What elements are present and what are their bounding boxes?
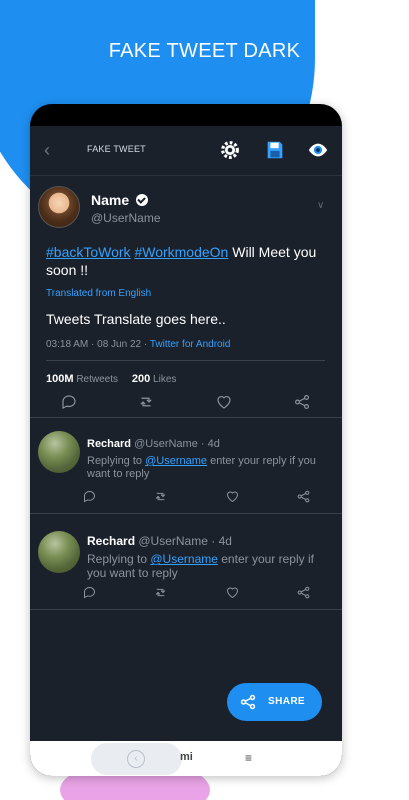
hashtag-link[interactable]: #WorkmodeOn bbox=[134, 244, 228, 260]
avatar[interactable] bbox=[38, 431, 80, 473]
reply-actions bbox=[30, 489, 342, 509]
tweet-date: 08 Jun 22 bbox=[97, 339, 142, 350]
reply-body: Replying to @Username enter your reply i… bbox=[87, 455, 332, 481]
reply-item[interactable]: Rechard @UserName · 4d Replying to @User… bbox=[30, 515, 342, 610]
retweet-icon[interactable] bbox=[137, 393, 155, 411]
app-toolbar: ‹ FAKE TWEET bbox=[30, 126, 342, 176]
save-icon[interactable] bbox=[264, 139, 286, 161]
back-circle-icon: ‹ bbox=[127, 750, 145, 768]
tweet-time: 03:18 AM bbox=[46, 339, 89, 350]
reply-name: Rechard bbox=[87, 438, 132, 450]
tweet-meta: 03:18 AM · 08 Jun 22 · Twitter for Andro… bbox=[46, 339, 231, 350]
chevron-down-icon[interactable]: ∨ bbox=[317, 200, 324, 211]
share-icon[interactable] bbox=[293, 393, 311, 411]
retweet-icon[interactable] bbox=[153, 585, 168, 600]
home-button[interactable]: ‹ bbox=[91, 743, 182, 775]
retweet-icon[interactable] bbox=[153, 489, 168, 504]
mi-logo: mi bbox=[180, 751, 193, 763]
reply-icon[interactable] bbox=[60, 393, 78, 411]
reply-age: 4d bbox=[207, 438, 220, 450]
reply-name: Rechard bbox=[87, 534, 136, 548]
reply-age: 4d bbox=[218, 534, 232, 548]
tweet-text: #backToWork #WorkmodeOn Will Meet you so… bbox=[46, 243, 331, 279]
like-icon[interactable] bbox=[225, 489, 240, 504]
replying-prefix: Replying to bbox=[87, 552, 151, 566]
share-icon bbox=[240, 694, 256, 710]
avatar[interactable] bbox=[38, 531, 80, 573]
reply-header: Rechard @UserName · 4d bbox=[87, 534, 232, 548]
promo-headline: FAKE TWEET DARK bbox=[108, 40, 301, 62]
share-button-label: SHARE bbox=[268, 696, 306, 707]
reply-actions bbox=[30, 585, 342, 605]
avatar[interactable] bbox=[38, 186, 80, 228]
reply-handle: @UserName bbox=[138, 534, 208, 548]
reply-handle: @UserName bbox=[134, 438, 198, 450]
eye-icon[interactable] bbox=[307, 139, 329, 161]
retweets-count: 100M bbox=[46, 373, 74, 385]
reply-icon[interactable] bbox=[82, 489, 97, 504]
main-tweet: Name @UserName ∨ #backToWork #WorkmodeOn… bbox=[30, 177, 342, 418]
reply-icon[interactable] bbox=[82, 585, 97, 600]
divider bbox=[46, 360, 325, 361]
like-icon[interactable] bbox=[215, 393, 233, 411]
menu-icon[interactable]: ≡ bbox=[245, 751, 252, 765]
system-nav-bar: ‹ mi ≡ bbox=[30, 741, 342, 776]
share-icon[interactable] bbox=[296, 489, 311, 504]
reply-mention-link[interactable]: @Username bbox=[150, 552, 218, 566]
tweet-handle: @UserName bbox=[91, 211, 161, 225]
replying-prefix: Replying to bbox=[87, 455, 146, 467]
reply-item[interactable]: Rechard @UserName · 4d Replying to @User… bbox=[30, 419, 342, 514]
reply-mention-link[interactable]: @Username bbox=[145, 455, 207, 467]
likes-label: Likes bbox=[153, 374, 177, 385]
share-button[interactable]: SHARE bbox=[227, 683, 322, 721]
translation-text: Tweets Translate goes here.. bbox=[46, 311, 226, 327]
app-screen: ‹ FAKE TWEET Name @UserName ∨ #backToWor… bbox=[30, 126, 342, 741]
reply-header: Rechard @UserName · 4d bbox=[87, 438, 220, 450]
translated-label[interactable]: Translated from English bbox=[46, 288, 151, 299]
retweets-label: Retweets bbox=[76, 374, 118, 385]
toolbar-title: FAKE TWEET bbox=[87, 144, 146, 154]
tweet-source[interactable]: Twitter for Android bbox=[150, 339, 231, 350]
promo-stage: FAKE TWEET DARK ‹ FAKE TWEET Name @UserN… bbox=[0, 0, 409, 800]
like-icon[interactable] bbox=[225, 585, 240, 600]
reply-body: Replying to @Username enter your reply i… bbox=[87, 552, 332, 581]
likes-count: 200 bbox=[131, 373, 151, 385]
tweet-stats: 100M Retweets 200 Likes bbox=[46, 373, 176, 385]
share-icon[interactable] bbox=[296, 585, 311, 600]
tweet-display-name: Name bbox=[91, 192, 130, 208]
verified-badge-icon bbox=[136, 194, 148, 206]
gear-icon[interactable] bbox=[219, 139, 241, 161]
hashtag-link[interactable]: #backToWork bbox=[46, 244, 131, 260]
back-arrow-icon[interactable]: ‹ bbox=[44, 140, 50, 161]
phone-frame: ‹ FAKE TWEET Name @UserName ∨ #backToWor… bbox=[30, 104, 342, 776]
tweet-actions bbox=[30, 393, 342, 413]
